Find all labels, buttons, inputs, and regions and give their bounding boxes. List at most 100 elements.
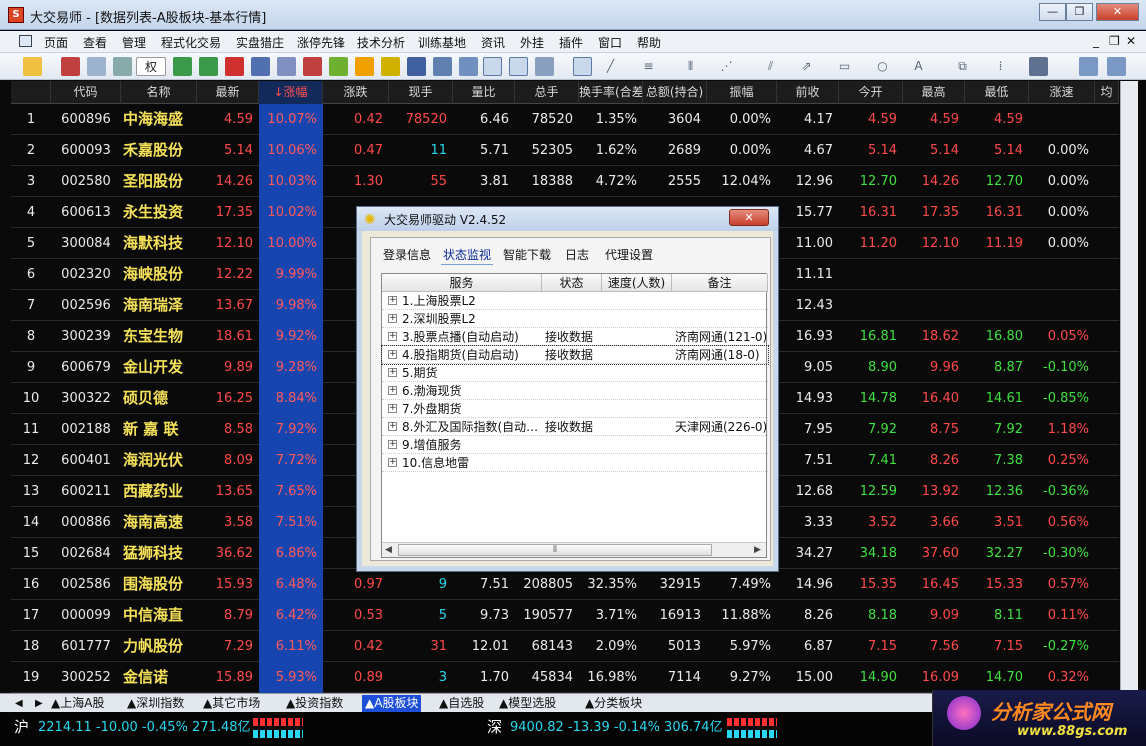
- col-name[interactable]: 名称: [121, 81, 197, 104]
- parallel-tool-icon[interactable]: ≡: [639, 57, 658, 76]
- chart-icon-2[interactable]: [199, 57, 218, 76]
- col-low[interactable]: 最低: [965, 81, 1029, 104]
- dtab-proxy-settings[interactable]: 代理设置: [603, 245, 655, 264]
- tab-shenzhen-index[interactable]: ▲深圳指数: [124, 695, 187, 712]
- col-avg[interactable]: 均: [1095, 81, 1119, 104]
- monitor-icon[interactable]: [1079, 57, 1098, 76]
- menu-window[interactable]: 窗口: [598, 34, 622, 51]
- service-row[interactable]: +6.渤海现货: [382, 382, 768, 400]
- service-row[interactable]: +2.深圳股票L2: [382, 310, 768, 328]
- table-icon[interactable]: [433, 57, 452, 76]
- service-row[interactable]: +1.上海股票L2: [382, 292, 768, 310]
- col-current-vol[interactable]: 现手: [389, 81, 453, 104]
- horizontal-scrollbar[interactable]: ◀ ⦀ ▶: [382, 542, 766, 557]
- mdi-minimize-button[interactable]: _: [1093, 34, 1099, 48]
- layout-icon[interactable]: [483, 57, 502, 76]
- chart-icon[interactable]: [173, 57, 192, 76]
- line-tool-icon[interactable]: ╱: [601, 57, 620, 76]
- tab-category-sector[interactable]: ▲分类板块: [582, 695, 645, 712]
- close-button[interactable]: ✕: [1096, 3, 1139, 21]
- copy-tool-icon[interactable]: ⧉: [953, 57, 972, 76]
- mdi-close-button[interactable]: ✕: [1126, 34, 1136, 48]
- tab-invest-index[interactable]: ▲投资指数: [283, 695, 346, 712]
- col-total-vol[interactable]: 总手: [515, 81, 579, 104]
- expand-icon[interactable]: +: [388, 386, 397, 395]
- menu-news[interactable]: 资讯: [481, 34, 505, 51]
- dots-tool-icon[interactable]: ⁞: [991, 57, 1010, 76]
- menu-plugins[interactable]: 插件: [559, 34, 583, 51]
- table-row[interactable]: 3 002580 圣阳股份 14.26 10.03% 1.30 55 3.81 18388 4.7…: [11, 166, 1119, 197]
- col-amount[interactable]: 总额(持合): [643, 81, 707, 104]
- table-row[interactable]: 19 300252 金信诺 15.89 5.93% 0.89 3 1.70 45834 16.98…: [11, 662, 1119, 693]
- move-icon[interactable]: [87, 57, 106, 76]
- lh-status[interactable]: 状态: [542, 274, 602, 292]
- expand-icon[interactable]: +: [388, 458, 397, 467]
- tab-watchlist[interactable]: ▲自选股: [436, 695, 487, 712]
- tab-scroll-left-icon[interactable]: ◀: [12, 695, 26, 712]
- expand-icon[interactable]: +: [388, 440, 397, 449]
- table-row[interactable]: 17 000099 中信海直 8.79 6.42% 0.53 5 9.73 190577 3.71…: [11, 600, 1119, 631]
- menu-training[interactable]: 训练基地: [418, 34, 466, 51]
- rect-tool-icon[interactable]: ▭: [835, 57, 854, 76]
- expand-icon[interactable]: +: [388, 350, 397, 359]
- tab-scroll-right-icon[interactable]: ▶: [32, 695, 46, 712]
- service-row[interactable]: +4.股指期货(自动启动) 接收数据 济南网通(18-0): [381, 345, 769, 365]
- menu-program-trading[interactable]: 程式化交易: [161, 34, 221, 51]
- draw-select-icon[interactable]: [573, 57, 592, 76]
- menu-manage[interactable]: 管理: [122, 34, 146, 51]
- menu-tech-analysis[interactable]: 技术分析: [357, 34, 405, 51]
- grid-icon[interactable]: [407, 57, 426, 76]
- monitor-icon-2[interactable]: [1107, 57, 1126, 76]
- scroll-thumb[interactable]: ⦀: [398, 544, 712, 556]
- gear-icon[interactable]: [381, 57, 400, 76]
- maximize-button[interactable]: ❐: [1066, 3, 1093, 21]
- expand-icon[interactable]: +: [388, 404, 397, 413]
- service-row[interactable]: +10.信息地雷: [382, 454, 768, 472]
- copy-icon[interactable]: [251, 57, 270, 76]
- window-icon[interactable]: [459, 57, 478, 76]
- menu-limit-up[interactable]: 涨停先锋: [297, 34, 345, 51]
- dtab-login-info[interactable]: 登录信息: [381, 245, 433, 264]
- minimize-button[interactable]: —: [1039, 3, 1066, 21]
- tab-other-markets[interactable]: ▲其它市场: [200, 695, 263, 712]
- service-row[interactable]: +3.股票点播(自动启动) 接收数据 济南网通(121-0): [382, 328, 768, 346]
- dialog-close-button[interactable]: ✕: [729, 209, 769, 226]
- col-turnover[interactable]: 换手率(合差: [579, 81, 643, 104]
- print-icon[interactable]: [535, 57, 554, 76]
- lh-speed[interactable]: 速度(人数): [602, 274, 672, 292]
- vertical-scrollbar[interactable]: [1120, 81, 1138, 693]
- scroll-left-icon[interactable]: ◀: [385, 545, 392, 555]
- dtab-smart-download[interactable]: 智能下载: [501, 245, 553, 264]
- tag-icon[interactable]: [329, 57, 348, 76]
- col-last[interactable]: 最新: [197, 81, 259, 104]
- tab-model-pick[interactable]: ▲模型选股: [496, 695, 559, 712]
- tab-shanghai-a[interactable]: ▲上海A股: [48, 695, 107, 712]
- table-row[interactable]: 1 600896 中海海盛 4.59 10.07% 0.42 78520 6.46 78520 1…: [11, 104, 1119, 135]
- text-tool-icon[interactable]: A: [909, 57, 928, 76]
- fan-tool-icon[interactable]: ⋰: [717, 57, 736, 76]
- expand-icon[interactable]: +: [388, 422, 397, 431]
- menu-plugin-ext[interactable]: 外挂: [520, 34, 544, 51]
- service-row[interactable]: +8.外汇及国际指数(自动… 接收数据 天津网通(226-0): [382, 418, 768, 436]
- period-tool-icon[interactable]: ⦀: [681, 57, 700, 76]
- col-speed[interactable]: 涨速: [1029, 81, 1095, 104]
- save-icon[interactable]: [1029, 57, 1048, 76]
- alert-icon[interactable]: [303, 57, 322, 76]
- menu-page[interactable]: 页面: [44, 34, 68, 51]
- mdi-restore-button[interactable]: ❐: [1109, 34, 1120, 48]
- menu-help[interactable]: 帮助: [637, 34, 661, 51]
- table-row[interactable]: 16 002586 围海股份 15.93 6.48% 0.97 9 7.51 208805 32.…: [11, 569, 1119, 600]
- dtab-status-monitor[interactable]: 状态监视: [441, 245, 494, 265]
- menu-grid-icon[interactable]: [19, 35, 32, 47]
- layout-icon-2[interactable]: [509, 57, 528, 76]
- col-prev-close[interactable]: 前收: [777, 81, 839, 104]
- service-row[interactable]: +7.外盘期货: [382, 400, 768, 418]
- service-row[interactable]: +9.增值服务: [382, 436, 768, 454]
- table-row[interactable]: 18 601777 力帆股份 7.29 6.11% 0.42 31 12.01 68143 2.0…: [11, 631, 1119, 662]
- arrow-tool-icon[interactable]: ⇗: [797, 57, 816, 76]
- col-index[interactable]: [11, 81, 51, 104]
- menu-view[interactable]: 查看: [83, 34, 107, 51]
- lh-remark[interactable]: 备注: [672, 274, 768, 292]
- col-vol-ratio[interactable]: 量比: [453, 81, 515, 104]
- scroll-right-icon[interactable]: ▶: [754, 545, 761, 555]
